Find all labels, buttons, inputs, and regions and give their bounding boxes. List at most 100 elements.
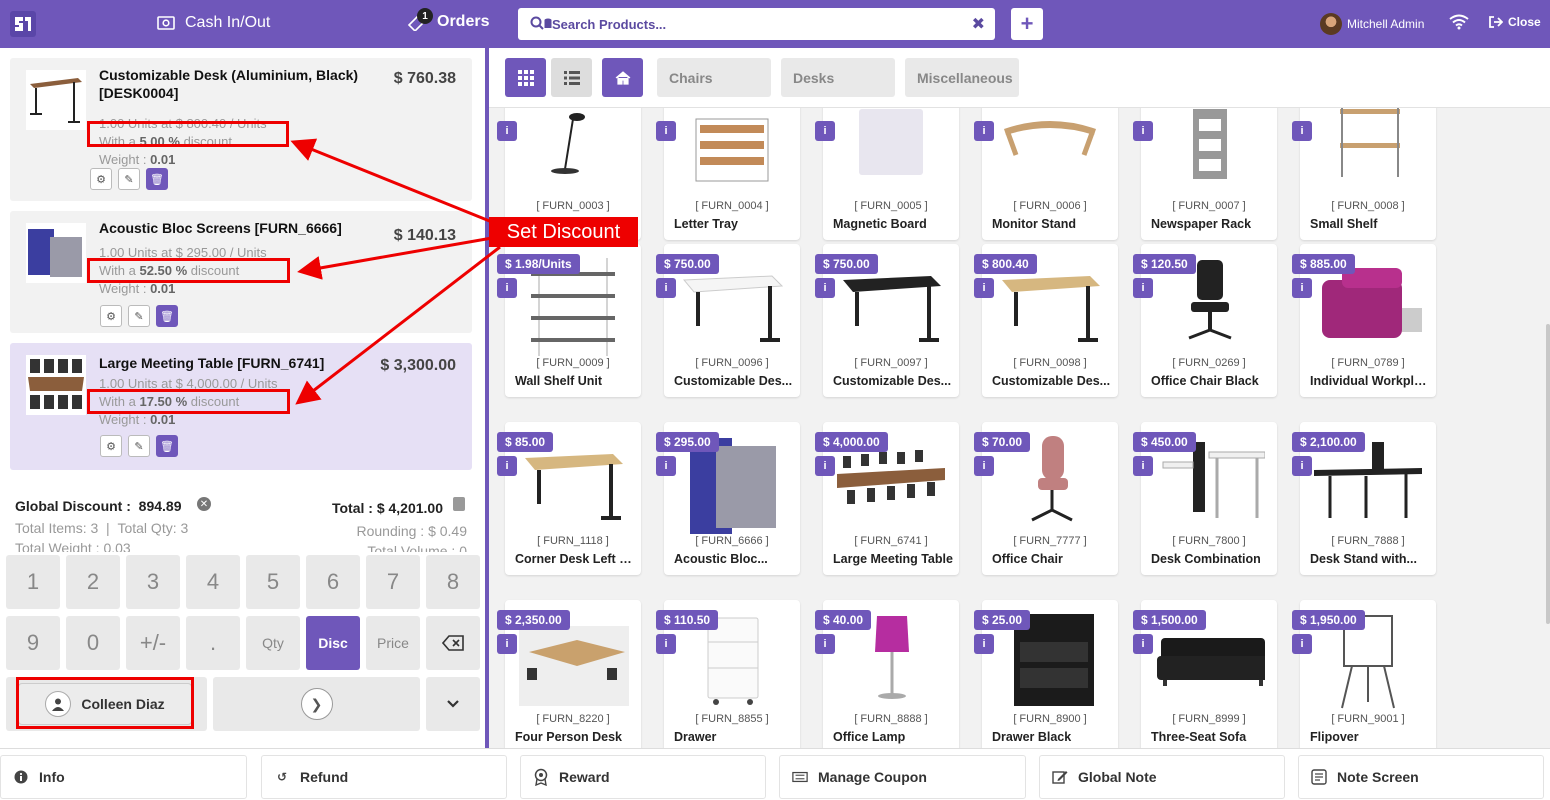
product-card[interactable]: [ FURN_0008 ] Small Shelf i <box>1292 87 1436 240</box>
numpad-key-1[interactable]: 1 <box>6 555 60 609</box>
product-card[interactable]: [ FURN_6741 ] Large Meeting Table $ 4,000.… <box>815 422 959 575</box>
product-card[interactable]: [ FURN_7777 ] Office Chair $ 70.00 i <box>974 422 1118 575</box>
product-card[interactable]: [ FURN_8900 ] Drawer Black $ 25.00 i <box>974 600 1118 748</box>
product-info-icon[interactable]: i <box>1133 634 1153 654</box>
numpad-disc-mode[interactable]: Disc <box>306 616 360 670</box>
product-info-icon[interactable]: i <box>1292 278 1312 298</box>
product-info-icon[interactable]: i <box>974 278 994 298</box>
product-info-icon[interactable]: i <box>974 634 994 654</box>
backspace-button[interactable] <box>426 616 480 670</box>
delete-icon[interactable]: 🗑 <box>156 435 178 457</box>
product-card[interactable]: [ FURN_0098 ] Customizable Des... $ 800.40… <box>974 244 1118 397</box>
numpad-key-7[interactable]: 7 <box>366 555 420 609</box>
delete-icon[interactable]: 🗑 <box>146 168 168 190</box>
orders-button[interactable]: 1 Orders <box>407 8 489 31</box>
product-card[interactable]: [ FURN_0789 ] Individual Workplace $ 885.0… <box>1292 244 1436 397</box>
cash-in-out-button[interactable]: Cash In/Out <box>157 14 270 32</box>
link-icon[interactable]: ⚙ <box>90 168 112 190</box>
product-ref: [ FURN_0269 ] <box>1172 357 1246 369</box>
product-card[interactable]: [ FURN_7888 ] Desk Stand with... $ 2,100.0… <box>1292 422 1436 575</box>
grid-view-button[interactable] <box>505 58 546 97</box>
numpad-key-decimal[interactable]: . <box>186 616 240 670</box>
edit-icon[interactable]: ✎ <box>118 168 140 190</box>
product-card[interactable]: [ FURN_8220 ] Four Person Desk $ 2,350.00 i <box>497 600 641 748</box>
product-info-icon[interactable]: i <box>1133 456 1153 476</box>
product-card[interactable]: [ FURN_0007 ] Newspaper Rack i <box>1133 87 1277 240</box>
product-card[interactable]: [ FURN_8999 ] Three-Seat Sofa $ 1,500.00 i <box>1133 600 1277 748</box>
product-card[interactable]: [ FURN_6666 ] Acoustic Bloc... $ 295.00 i <box>656 422 800 575</box>
numpad-key-6[interactable]: 6 <box>306 555 360 609</box>
user-menu[interactable]: Mitchell Admin <box>1320 13 1424 35</box>
refund-button[interactable]: ↺ Refund <box>261 755 507 799</box>
product-card[interactable]: [ FURN_0005 ] Magnetic Board i <box>815 87 959 240</box>
product-info-icon[interactable]: i <box>815 121 835 141</box>
category-chairs[interactable]: Chairs <box>657 58 771 97</box>
edit-icon[interactable]: ✎ <box>128 435 150 457</box>
product-info-icon[interactable]: i <box>815 278 835 298</box>
close-label: Close <box>1508 15 1541 29</box>
product-info-icon[interactable]: i <box>656 634 676 654</box>
info-button[interactable]: Info <box>0 755 247 799</box>
numpad-qty-mode[interactable]: Qty <box>246 616 300 670</box>
product-info-icon[interactable]: i <box>497 278 517 298</box>
numpad-key-2[interactable]: 2 <box>66 555 120 609</box>
product-card[interactable]: [ FURN_0269 ] Office Chair Black $ 120.50 i <box>1133 244 1277 397</box>
numpad-price-mode[interactable]: Price <box>366 616 420 670</box>
close-button[interactable]: Close <box>1489 15 1541 29</box>
product-info-icon[interactable]: i <box>656 278 676 298</box>
home-category-button[interactable] <box>602 58 643 97</box>
delete-icon[interactable]: 🗑 <box>156 305 178 327</box>
product-info-icon[interactable]: i <box>656 121 676 141</box>
product-info-icon[interactable]: i <box>497 121 517 141</box>
numpad-key-plus-minus[interactable]: +/- <box>126 616 180 670</box>
customer-button[interactable]: Colleen Diaz <box>6 677 207 731</box>
global-note-button[interactable]: Global Note <box>1039 755 1285 799</box>
numpad-key-5[interactable]: 5 <box>246 555 300 609</box>
product-info-icon[interactable]: i <box>1133 278 1153 298</box>
remove-global-discount-icon[interactable]: ✕ <box>197 497 211 511</box>
product-info-icon[interactable]: i <box>1292 634 1312 654</box>
edit-icon[interactable]: ✎ <box>128 305 150 327</box>
reward-button[interactable]: Reward <box>520 755 766 799</box>
category-desks[interactable]: Desks <box>781 58 895 97</box>
numpad-key-3[interactable]: 3 <box>126 555 180 609</box>
clear-search-icon[interactable]: ✖ <box>972 14 985 34</box>
product-card[interactable]: [ FURN_0097 ] Customizable Des... $ 750.00… <box>815 244 959 397</box>
product-card[interactable]: [ FURN_0009 ] Wall Shelf Unit $ 1.98/Units… <box>497 244 641 397</box>
product-info-icon[interactable]: i <box>1133 121 1153 141</box>
product-info-icon[interactable]: i <box>1292 456 1312 476</box>
product-card[interactable]: [ FURN_9001 ] Flipover $ 1,950.00 i <box>1292 600 1436 748</box>
more-actions-button[interactable] <box>426 677 480 731</box>
numpad-key-0[interactable]: 0 <box>66 616 120 670</box>
link-icon[interactable]: ⚙ <box>100 435 122 457</box>
product-info-icon[interactable]: i <box>656 456 676 476</box>
product-card[interactable]: [ FURN_0006 ] Monitor Stand i <box>974 87 1118 240</box>
numpad-key-4[interactable]: 4 <box>186 555 240 609</box>
scrollbar[interactable] <box>1546 324 1550 624</box>
product-card[interactable]: [ FURN_8855 ] Drawer $ 110.50 i <box>656 600 800 748</box>
product-info-icon[interactable]: i <box>497 634 517 654</box>
product-card[interactable]: [ FURN_0004 ] Letter Tray i <box>656 87 800 240</box>
numpad-key-8[interactable]: 8 <box>426 555 480 609</box>
app-logo-icon[interactable] <box>10 11 36 37</box>
product-info-icon[interactable]: i <box>1292 121 1312 141</box>
product-card[interactable]: [ FURN_1118 ] Corner Desk Left Sit $ 85.00… <box>497 422 641 575</box>
numpad-key-9[interactable]: 9 <box>6 616 60 670</box>
category-miscellaneous[interactable]: Miscellaneous <box>905 58 1019 97</box>
payment-button[interactable]: ❯ <box>213 677 420 731</box>
product-info-icon[interactable]: i <box>497 456 517 476</box>
product-card[interactable]: [ FURN_0096 ] Customizable Des... $ 750.00… <box>656 244 800 397</box>
manage-coupon-button[interactable]: Manage Coupon <box>779 755 1026 799</box>
note-screen-button[interactable]: Note Screen <box>1298 755 1544 799</box>
bottom-action-bar: Info ↺ Refund Reward Manage Coupon Globa… <box>0 748 1550 800</box>
product-info-icon[interactable]: i <box>815 634 835 654</box>
product-info-icon[interactable]: i <box>815 456 835 476</box>
product-info-icon[interactable]: i <box>974 456 994 476</box>
add-button[interactable]: + <box>1011 8 1043 40</box>
list-view-button[interactable] <box>551 58 592 97</box>
product-card[interactable]: [ FURN_7800 ] Desk Combination $ 450.00 i <box>1133 422 1277 575</box>
search-input[interactable] <box>552 16 952 32</box>
product-info-icon[interactable]: i <box>974 121 994 141</box>
product-card[interactable]: [ FURN_8888 ] Office Lamp $ 40.00 i <box>815 600 959 748</box>
link-icon[interactable]: ⚙ <box>100 305 122 327</box>
